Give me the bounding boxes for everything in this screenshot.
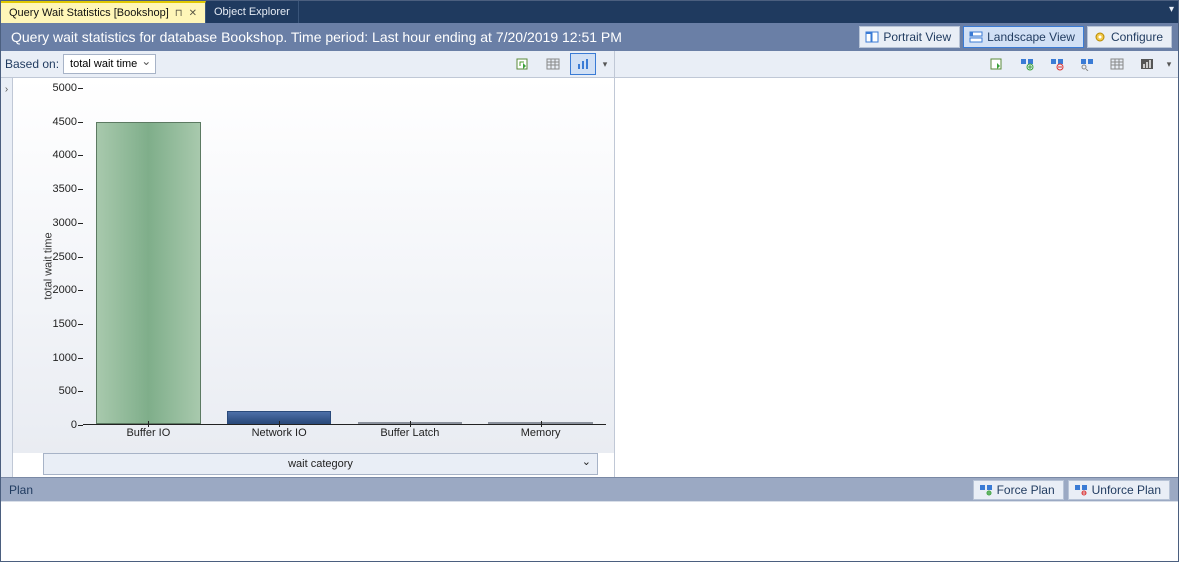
gear-icon bbox=[1093, 31, 1107, 43]
details-toolbar: ▾ bbox=[615, 51, 1178, 78]
tab-object-explorer[interactable]: Object Explorer bbox=[206, 1, 299, 23]
y-tick: 0 bbox=[71, 419, 77, 431]
plot-region[interactable]: total wait time 050010001500200025003000… bbox=[13, 78, 614, 453]
unforce-plan-button[interactable]: Unforce Plan bbox=[1068, 480, 1170, 500]
details-panel: ▾ bbox=[615, 51, 1178, 477]
pin-icon[interactable]: ⊓ bbox=[175, 8, 183, 19]
collapse-handle[interactable]: › bbox=[1, 78, 13, 477]
y-tick: 1000 bbox=[53, 352, 77, 364]
document-tabstrip: Query Wait Statistics [Bookshop] ⊓ ✕ Obj… bbox=[1, 1, 1178, 23]
x-tick: Network IO bbox=[252, 427, 307, 439]
y-tick: 3000 bbox=[53, 217, 77, 229]
bar-chart-dark-icon bbox=[1139, 57, 1155, 71]
track-query-button[interactable] bbox=[1014, 53, 1040, 75]
refresh-icon bbox=[515, 57, 531, 71]
bar[interactable] bbox=[96, 122, 201, 424]
grid-icon bbox=[1109, 57, 1125, 71]
configure-button[interactable]: Configure bbox=[1087, 26, 1172, 48]
portrait-label: Portrait View bbox=[883, 30, 951, 44]
force-plan-icon bbox=[979, 484, 993, 496]
plan-title: Plan bbox=[9, 483, 33, 497]
landscape-icon bbox=[969, 31, 983, 43]
details-grid-button[interactable] bbox=[1104, 53, 1130, 75]
based-on-value: total wait time bbox=[70, 58, 137, 70]
tabstrip-overflow-dropdown-icon[interactable]: ▾ bbox=[1169, 4, 1174, 15]
y-tick: 2000 bbox=[53, 284, 77, 296]
title-bar: Query wait statistics for database Books… bbox=[1, 23, 1178, 51]
x-tick: Buffer Latch bbox=[380, 427, 439, 439]
x-tick: Memory bbox=[521, 427, 561, 439]
chart-area: › total wait time 0500100015002000250030… bbox=[1, 78, 614, 477]
view-icon bbox=[1049, 57, 1065, 71]
y-tick: 500 bbox=[59, 385, 77, 397]
y-tick: 4000 bbox=[53, 149, 77, 161]
x-axis-label: wait category bbox=[288, 458, 353, 470]
y-tick: 4500 bbox=[53, 116, 77, 128]
portrait-icon bbox=[865, 31, 879, 43]
page-title: Query wait statistics for database Books… bbox=[11, 29, 622, 45]
landscape-label: Landscape View bbox=[987, 30, 1075, 44]
tab-label: Object Explorer bbox=[214, 6, 290, 18]
wait-category-dropdown[interactable]: wait category bbox=[43, 453, 598, 475]
force-plan-label: Force Plan bbox=[997, 483, 1055, 497]
x-ticks: Buffer IO Network IO Buffer Latch Memory bbox=[83, 427, 606, 441]
close-icon[interactable]: ✕ bbox=[189, 8, 197, 19]
grid-icon bbox=[545, 57, 561, 71]
plan-content-area bbox=[1, 501, 1178, 561]
track-icon bbox=[1019, 57, 1035, 71]
chart-button[interactable] bbox=[570, 53, 596, 75]
bar-chart-icon bbox=[575, 57, 591, 71]
y-ticks: 0500100015002000250030003500400045005000 bbox=[43, 88, 77, 425]
main-split: Based on: total wait time ▾ › total wait… bbox=[1, 51, 1178, 477]
portrait-view-button[interactable]: Portrait View bbox=[859, 26, 960, 48]
y-tick: 5000 bbox=[53, 82, 77, 94]
chart-panel: Based on: total wait time ▾ › total wait… bbox=[1, 51, 615, 477]
tab-label: Query Wait Statistics [Bookshop] bbox=[9, 7, 169, 19]
details-chart-button[interactable] bbox=[1134, 53, 1160, 75]
grid-button[interactable] bbox=[540, 53, 566, 75]
y-tick: 2500 bbox=[53, 251, 77, 263]
y-tick: 1500 bbox=[53, 318, 77, 330]
based-on-label: Based on: bbox=[5, 57, 59, 71]
unforce-plan-label: Unforce Plan bbox=[1092, 483, 1161, 497]
plot-box bbox=[83, 88, 606, 425]
detailed-grid-button[interactable] bbox=[1074, 53, 1100, 75]
view-query-button[interactable] bbox=[1044, 53, 1070, 75]
force-plan-button[interactable]: Force Plan bbox=[973, 480, 1064, 500]
tab-query-wait-statistics[interactable]: Query Wait Statistics [Bookshop] ⊓ ✕ bbox=[1, 1, 206, 23]
refresh-icon bbox=[989, 57, 1005, 71]
details-dropdown-arrow-icon[interactable]: ▾ bbox=[1164, 53, 1174, 75]
refresh-button[interactable] bbox=[510, 53, 536, 75]
view-mode-buttons: Portrait View Landscape View Configure bbox=[859, 26, 1172, 48]
configure-label: Configure bbox=[1111, 30, 1163, 44]
chart-dropdown-arrow-icon[interactable]: ▾ bbox=[600, 53, 610, 75]
y-tick: 3500 bbox=[53, 183, 77, 195]
detail-icon bbox=[1079, 57, 1095, 71]
plan-bar: Plan Force Plan Unforce Plan bbox=[1, 477, 1178, 501]
landscape-view-button[interactable]: Landscape View bbox=[963, 26, 1084, 48]
unforce-plan-icon bbox=[1074, 484, 1088, 496]
based-on-dropdown[interactable]: total wait time bbox=[63, 54, 156, 74]
x-tick: Buffer IO bbox=[126, 427, 170, 439]
details-refresh-button[interactable] bbox=[984, 53, 1010, 75]
chart-toolbar: Based on: total wait time ▾ bbox=[1, 51, 614, 78]
